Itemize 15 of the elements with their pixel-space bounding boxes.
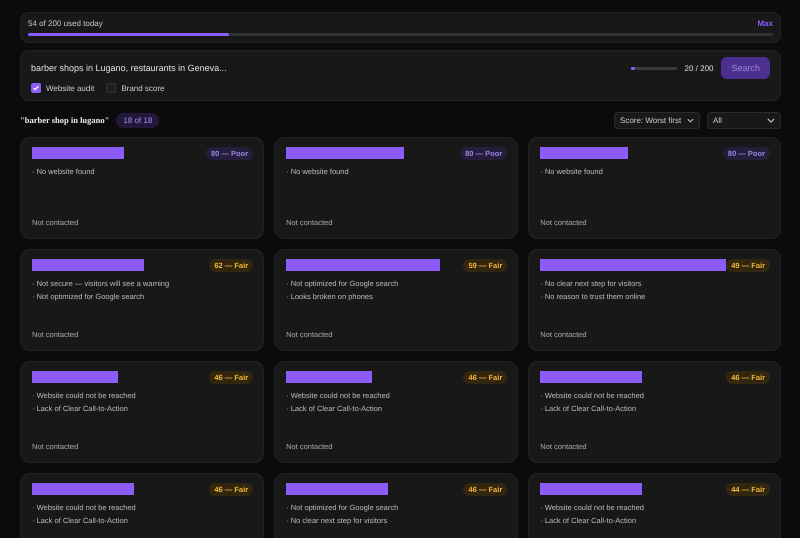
checkbox-label: Website audit — [46, 84, 94, 92]
chevron-icon — [687, 118, 694, 122]
usage-label: 54 of 200 used today — [28, 19, 103, 28]
search-box[interactable]: barber shops in Lugano, restaurants in Geneva... 20 / 200 Search Website audit Brand score — [20, 50, 781, 101]
limit-slider[interactable] — [630, 66, 677, 70]
sort-select[interactable]: Score: Worst first — [614, 112, 700, 128]
checkbox-label: Brand score — [121, 84, 164, 92]
checkbox[interactable] — [31, 83, 41, 93]
results-count: 18 of 18 — [116, 112, 160, 128]
plan-label: Max — [757, 19, 773, 28]
filter-select[interactable]: All — [707, 112, 781, 128]
results-query: "barber shop in lugano" — [20, 115, 110, 125]
chevron-icon — [767, 118, 775, 122]
limit-reading: 20 / 200 — [684, 64, 714, 72]
checkbox[interactable] — [106, 83, 116, 93]
